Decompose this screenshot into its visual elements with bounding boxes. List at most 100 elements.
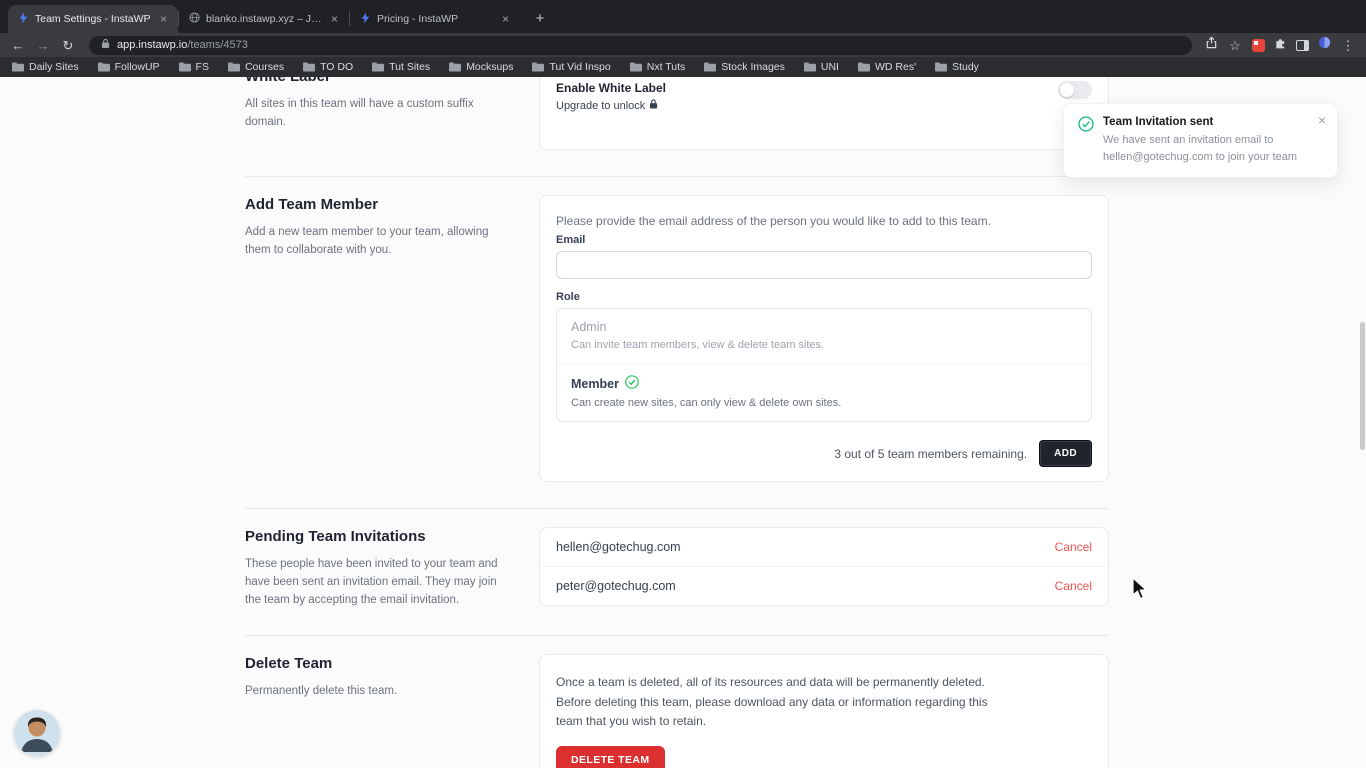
tab-close-icon[interactable]: × — [157, 12, 170, 26]
pending-description: These people have been invited to your t… — [245, 558, 498, 606]
folder-icon — [303, 62, 316, 72]
reload-icon[interactable]: ↻ — [60, 39, 76, 52]
bookmark-item[interactable]: Courses — [227, 61, 284, 73]
forward-icon[interactable]: → — [35, 39, 51, 52]
bookmark-item[interactable]: UNI — [803, 61, 839, 73]
tab-bar: Team Settings - InstaWP × blanko.instawp… — [0, 0, 1366, 33]
user-avatar[interactable] — [14, 710, 60, 756]
invitation-email: peter@gotechug.com — [556, 579, 676, 593]
instawp-favicon-icon — [360, 12, 371, 27]
scrollbar-thumb[interactable] — [1360, 322, 1365, 450]
folder-icon — [857, 62, 870, 72]
address-toolbar: ← → ↻ app.instawp.io/teams/4573 ☆ ⋮ — [0, 33, 1366, 57]
invitation-email: hellen@gotechug.com — [556, 540, 681, 554]
cancel-invitation-link[interactable]: Cancel — [1055, 579, 1092, 593]
delete-team-heading: Delete Team — [245, 655, 333, 673]
white-label-card: Enable White Label Upgrade to unlock — [539, 77, 1109, 150]
bookmark-item[interactable]: Mocksups — [449, 61, 513, 73]
members-remaining-text: 3 out of 5 team members remaining. — [834, 446, 1028, 461]
url-host: app.instawp.io — [117, 39, 188, 51]
lock-icon — [649, 99, 658, 112]
folder-icon — [629, 62, 642, 72]
settings-content: White Label All sites in this team will … — [245, 77, 1109, 768]
new-tab-button[interactable]: + — [528, 6, 552, 30]
bookmark-item[interactable]: Tut Vid Inspo — [532, 61, 611, 73]
invitation-row: hellen@gotechug.com Cancel — [540, 528, 1108, 566]
folder-icon — [532, 62, 545, 72]
tab-close-icon[interactable]: × — [328, 12, 341, 26]
tab-blanko[interactable]: blanko.instawp.xyz – Just anot × — [179, 5, 349, 33]
team-settings-page: White Label All sites in this team will … — [0, 77, 1366, 768]
bookmark-item[interactable]: Tut Sites — [372, 61, 430, 73]
url-bar[interactable]: app.instawp.io/teams/4573 — [89, 35, 1192, 55]
tab-title: Team Settings - InstaWP — [35, 13, 151, 25]
section-divider — [245, 635, 1109, 637]
extensions-puzzle-icon[interactable] — [1274, 36, 1287, 54]
url-path: /teams/4573 — [187, 39, 248, 51]
email-label: Email — [556, 234, 586, 246]
folder-icon — [803, 62, 816, 72]
shield-extension-icon[interactable] — [1318, 36, 1331, 54]
tab-close-icon[interactable]: × — [499, 12, 512, 26]
toast-body: We have sent an invitation email to hell… — [1103, 134, 1297, 163]
tab-title: Pricing - InstaWP — [377, 13, 459, 25]
delete-team-warning: Once a team is deleted, all of its resou… — [556, 675, 988, 728]
add-button[interactable]: ADD — [1039, 440, 1092, 467]
bookmark-item[interactable]: Study — [935, 61, 979, 73]
instawp-favicon-icon — [18, 12, 29, 27]
section-white-label: White Label All sites in this team will … — [245, 77, 1109, 150]
white-label-toggle[interactable] — [1058, 81, 1092, 99]
globe-favicon-icon — [189, 12, 200, 26]
toggle-knob — [1060, 83, 1074, 97]
section-divider — [245, 176, 1109, 177]
toast-notification: Team Invitation sent We have sent an inv… — [1063, 103, 1338, 178]
red-extension-icon[interactable] — [1252, 38, 1265, 52]
section-divider — [245, 508, 1109, 509]
add-member-intro: Please provide the email address of the … — [556, 214, 991, 228]
pending-invitations-card: hellen@gotechug.com Cancel peter@gotechu… — [539, 527, 1109, 606]
tab-pricing[interactable]: Pricing - InstaWP × — [350, 5, 520, 33]
bookmark-item[interactable]: Daily Sites — [12, 61, 79, 73]
email-field[interactable] — [556, 251, 1092, 279]
delete-team-button[interactable]: DELETE TEAM — [556, 746, 665, 768]
back-icon[interactable]: ← — [10, 39, 26, 52]
folder-icon — [704, 62, 717, 72]
cancel-invitation-link[interactable]: Cancel — [1055, 540, 1092, 554]
upgrade-to-unlock-label: Upgrade to unlock — [556, 99, 646, 112]
bookmark-item[interactable]: WD Res' — [857, 61, 916, 73]
role-selector: Admin Can invite team members, view & de… — [556, 308, 1092, 422]
role-admin-name: Admin — [571, 320, 607, 334]
white-label-heading: White Label — [245, 77, 511, 87]
add-member-description: Add a new team member to your team, allo… — [245, 226, 489, 256]
folder-icon — [227, 62, 240, 72]
share-icon[interactable] — [1205, 36, 1218, 54]
role-option-admin[interactable]: Admin Can invite team members, view & de… — [557, 309, 1091, 363]
section-delete-team: Delete Team Permanently delete this team… — [245, 654, 1109, 768]
tab-title: blanko.instawp.xyz – Just anot — [206, 13, 322, 25]
bookmark-item[interactable]: FollowUP — [97, 61, 160, 73]
invitation-row: peter@gotechug.com Cancel — [540, 566, 1108, 605]
browser-menu-icon[interactable]: ⋮ — [1340, 39, 1356, 52]
sidebar-panel-icon[interactable] — [1296, 39, 1309, 51]
toast-title: Team Invitation sent — [1103, 116, 1214, 128]
role-label: Role — [556, 291, 580, 303]
avatar-image — [14, 710, 60, 756]
tab-team-settings[interactable]: Team Settings - InstaWP × — [8, 5, 178, 33]
role-option-member[interactable]: Member Can create new sites, can only vi… — [557, 363, 1091, 421]
folder-icon — [178, 62, 191, 72]
bookmark-item[interactable]: Stock Images — [704, 61, 785, 73]
enable-white-label-label: Enable White Label — [556, 81, 667, 95]
section-pending-invitations: Pending Team Invitations These people ha… — [245, 527, 1109, 609]
folder-icon — [449, 62, 462, 72]
bookmark-item[interactable]: TO DO — [303, 61, 353, 73]
folder-icon — [12, 62, 24, 72]
section-add-member: Add Team Member Add a new team member to… — [245, 195, 1109, 482]
bookmark-item[interactable]: FS — [178, 61, 209, 73]
pending-heading: Pending Team Invitations — [245, 528, 426, 545]
bookmark-item[interactable]: Nxt Tuts — [629, 61, 685, 73]
bookmarks-bar: Daily Sites FollowUP FS Courses TO DO Tu… — [0, 57, 1366, 77]
toast-close-icon[interactable]: × — [1318, 113, 1326, 127]
selected-check-icon — [625, 375, 639, 392]
success-check-icon — [1078, 116, 1094, 165]
bookmark-star-icon[interactable]: ☆ — [1227, 39, 1243, 52]
